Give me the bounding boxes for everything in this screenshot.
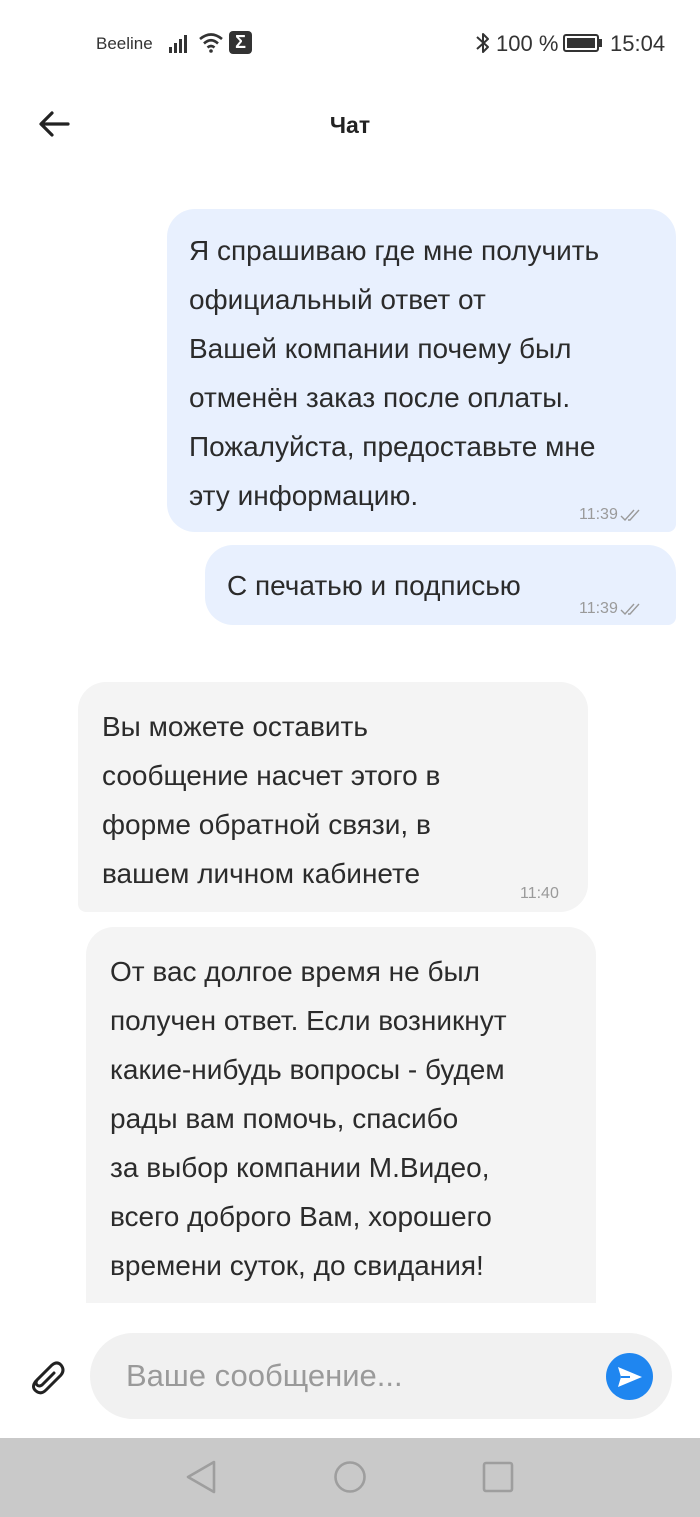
double-check-icon — [620, 603, 640, 615]
message-bubble-outgoing[interactable]: С печатью и подписью 11:39 — [205, 545, 676, 625]
nav-home-icon[interactable] — [333, 1460, 367, 1494]
system-nav-bar — [0, 1438, 700, 1517]
signal-icon — [169, 35, 187, 53]
message-bubble-incoming[interactable]: От вас долгое время не был получен ответ… — [86, 927, 596, 1303]
message-time: 11:39 — [579, 600, 618, 617]
sigma-icon: Σ — [229, 31, 252, 54]
battery-icon — [563, 34, 602, 52]
page-title: Чат — [329, 112, 371, 138]
message-time: 11:39 — [579, 506, 618, 523]
message-input-container[interactable] — [90, 1333, 672, 1419]
battery-percent: 100 % — [496, 31, 559, 56]
message-text: От вас долгое время не был получен ответ… — [110, 956, 507, 1281]
message-meta: 11:40 — [520, 869, 559, 918]
message-meta: 11:39 — [579, 584, 644, 633]
nav-recent-icon[interactable] — [482, 1461, 514, 1493]
message-bubble-outgoing[interactable]: Я спрашиваю где мне получить официальный… — [167, 209, 676, 532]
status-time: 15:04 — [610, 31, 666, 56]
message-time: 11:40 — [520, 885, 559, 902]
message-meta: 11:39 — [579, 490, 644, 539]
message-text: Я спрашиваю где мне получить официальный… — [189, 235, 600, 511]
status-bar: Beeline Σ 100 % 15:04 — [0, 0, 700, 86]
message-bubble-incoming[interactable]: Вы можете оставить сообщение насчет этог… — [78, 682, 588, 912]
wifi-icon — [199, 33, 223, 53]
message-input[interactable] — [126, 1333, 596, 1419]
double-check-icon — [620, 509, 640, 521]
bluetooth-icon — [476, 33, 489, 53]
message-text: Вы можете оставить сообщение насчет этог… — [102, 711, 441, 889]
paperclip-icon[interactable] — [24, 1354, 68, 1398]
carrier-name: Beeline — [96, 34, 153, 53]
nav-back-icon[interactable] — [184, 1459, 218, 1495]
send-icon — [617, 1366, 642, 1387]
send-button[interactable] — [606, 1353, 653, 1400]
